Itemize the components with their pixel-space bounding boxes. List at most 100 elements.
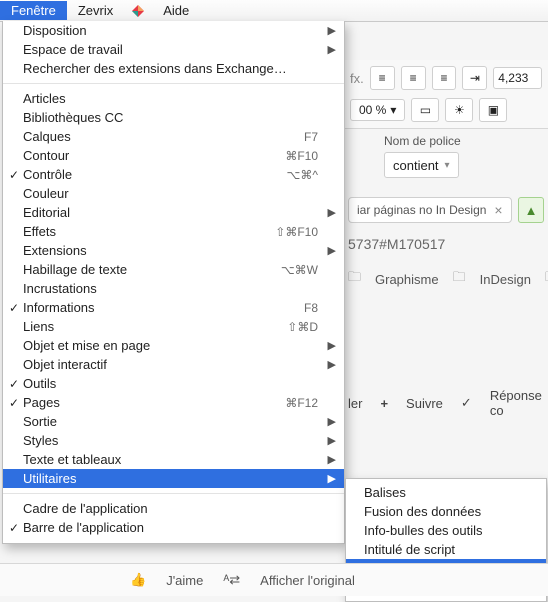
thumbs-up-icon[interactable]: 👍 (130, 572, 146, 588)
brightness-button[interactable]: ☀ (445, 98, 473, 122)
align-center-button[interactable]: ≡ (401, 66, 426, 90)
like-button[interactable]: J'aime (166, 573, 203, 588)
menu-item[interactable]: Couleur (3, 184, 344, 203)
menu-item-shortcut: ⌥⌘^ (279, 168, 318, 182)
menu-separator (3, 493, 344, 494)
crumb-graphisme[interactable]: Graphisme (375, 272, 439, 287)
submenu-arrow-icon: ▶ (318, 453, 336, 466)
menu-item[interactable]: Styles▶ (3, 431, 344, 450)
post-actions: ler + Suivre ✓ Réponse co (348, 388, 548, 418)
folder-icon: 🗀 (453, 268, 466, 290)
menu-aide[interactable]: Aide (152, 1, 200, 20)
menu-item-shortcut: ⇧⌘D (279, 320, 318, 334)
preview-button[interactable]: ▣ (479, 98, 507, 122)
menu-item[interactable]: Cadre de l'application (3, 499, 344, 518)
menu-item[interactable]: Habillage de texte⌥⌘W (3, 260, 344, 279)
chevron-down-icon: ▾ (390, 103, 396, 117)
menu-item[interactable]: Liens⇧⌘D (3, 317, 344, 336)
menu-item[interactable]: ✓Contrôle⌥⌘^ (3, 165, 344, 184)
submenu-item-label: Fusion des données (364, 504, 538, 519)
menu-item-label: Habillage de texte (21, 262, 273, 277)
toolbar-view: 00 %▾ ▭ ☀ ▣ (344, 92, 548, 129)
menu-item[interactable]: Objet interactif▶ (3, 355, 344, 374)
crumb-indesign[interactable]: InDesign (480, 272, 531, 287)
menu-item-label: Texte et tableaux (21, 452, 310, 467)
check-icon: ✓ (7, 301, 21, 315)
menu-item-label: Contrôle (21, 167, 279, 182)
follow-button[interactable]: Suivre (406, 396, 443, 411)
submenu-arrow-icon: ▶ (318, 434, 336, 447)
menu-item[interactable]: CalquesF7 (3, 127, 344, 146)
menu-item[interactable]: ✓Pages⌘F12 (3, 393, 344, 412)
menu-item-label: Pages (21, 395, 277, 410)
menu-item-label: Calques (21, 129, 296, 144)
menu-item-label: Liens (21, 319, 279, 334)
menu-item-label: Outils (21, 376, 310, 391)
menu-item[interactable]: ✓InformationsF8 (3, 298, 344, 317)
document-tab[interactable]: iar páginas no In Design × (348, 197, 512, 223)
menu-item-label: Barre de l'application (21, 520, 310, 535)
menu-item[interactable]: Extensions ▶ (3, 241, 344, 260)
menu-item-label: Extensions (21, 243, 310, 258)
bottom-bar: 👍 J'aime ᴬ⇄ Afficher l'original (0, 563, 548, 596)
chevron-down-icon: ▾ (445, 160, 450, 171)
menu-item-label: Objet et mise en page (21, 338, 310, 353)
menu-fenetre[interactable]: Fenêtre (0, 1, 67, 20)
menu-item[interactable]: Espace de travail▶ (3, 40, 344, 59)
menu-item-shortcut: ⇧⌘F10 (267, 225, 318, 239)
menu-item-label: Cadre de l'application (21, 501, 310, 516)
view-mode-button[interactable]: ▭ (411, 98, 439, 122)
menu-item[interactable]: Contour⌘F10 (3, 146, 344, 165)
menu-item-shortcut: ⌘F12 (277, 396, 318, 410)
fx-label: fx. (350, 71, 364, 86)
check-icon: ✓ (7, 521, 21, 535)
menu-item[interactable]: Incrustations (3, 279, 344, 298)
ler-label: ler (348, 396, 362, 411)
submenu-arrow-icon: ▶ (318, 244, 336, 257)
menu-item-label: Disposition (21, 23, 310, 38)
scroll-up-button[interactable]: ▲ (518, 197, 544, 223)
close-icon[interactable]: × (494, 202, 502, 218)
menu-item-label: Sortie (21, 414, 310, 429)
font-name-label: Nom de police (384, 134, 461, 148)
breadcrumb: 🗀Graphisme 🗀InDesign 🗀Pl (348, 268, 548, 290)
menu-item[interactable]: Texte et tableaux ▶ (3, 450, 344, 469)
submenu-arrow-icon: ▶ (318, 24, 336, 37)
submenu-item[interactable]: Info-bulles des outils (346, 521, 546, 540)
menu-item[interactable]: Effets⇧⌘F10 (3, 222, 344, 241)
align-left-button[interactable]: ≡ (370, 66, 395, 90)
menu-separator (3, 83, 344, 84)
show-original-button[interactable]: Afficher l'original (260, 573, 355, 588)
submenu-item[interactable]: Intitulé de script (346, 540, 546, 559)
submenu-arrow-icon: ▶ (318, 358, 336, 371)
menu-item[interactable]: Bibliothèques CC (3, 108, 344, 127)
column-icon[interactable]: ⇥ (462, 66, 487, 90)
menu-item-label: Contour (21, 148, 277, 163)
menu-item-label: Editorial (21, 205, 310, 220)
width-field[interactable]: 4,233 (493, 67, 542, 89)
submenu-item[interactable]: Balises (346, 483, 546, 502)
submenu-item[interactable]: Fusion des données (346, 502, 546, 521)
submenu-item-label: Intitulé de script (364, 542, 538, 557)
menu-item[interactable]: ✓Barre de l'application (3, 518, 344, 537)
menu-item[interactable]: Rechercher des extensions dans Exchange… (3, 59, 344, 78)
font-filter-mode[interactable]: contient▾ (384, 152, 459, 178)
menu-item-shortcut: F7 (296, 130, 318, 144)
menu-item[interactable]: Editorial▶ (3, 203, 344, 222)
correct-answer-label: Réponse co (490, 388, 548, 418)
menu-item[interactable]: ✓Outils (3, 374, 344, 393)
check-icon: ✓ (7, 168, 21, 182)
menu-item-label: Informations (21, 300, 296, 315)
menu-item[interactable]: Articles (3, 89, 344, 108)
menu-item[interactable]: Utilitaires▶ (3, 469, 344, 488)
menu-item[interactable]: Disposition ▶ (3, 21, 344, 40)
app-diamond-icon (130, 3, 146, 19)
submenu-arrow-icon: ▶ (318, 415, 336, 428)
menu-item[interactable]: Objet et mise en page▶ (3, 336, 344, 355)
align-right-button[interactable]: ≡ (432, 66, 457, 90)
menu-item-label: Utilitaires (21, 471, 310, 486)
menu-zevrix[interactable]: Zevrix (67, 1, 124, 20)
menu-item[interactable]: Sortie ▶ (3, 412, 344, 431)
check-icon: ✓ (7, 396, 21, 410)
zoom-field[interactable]: 00 %▾ (350, 99, 405, 121)
